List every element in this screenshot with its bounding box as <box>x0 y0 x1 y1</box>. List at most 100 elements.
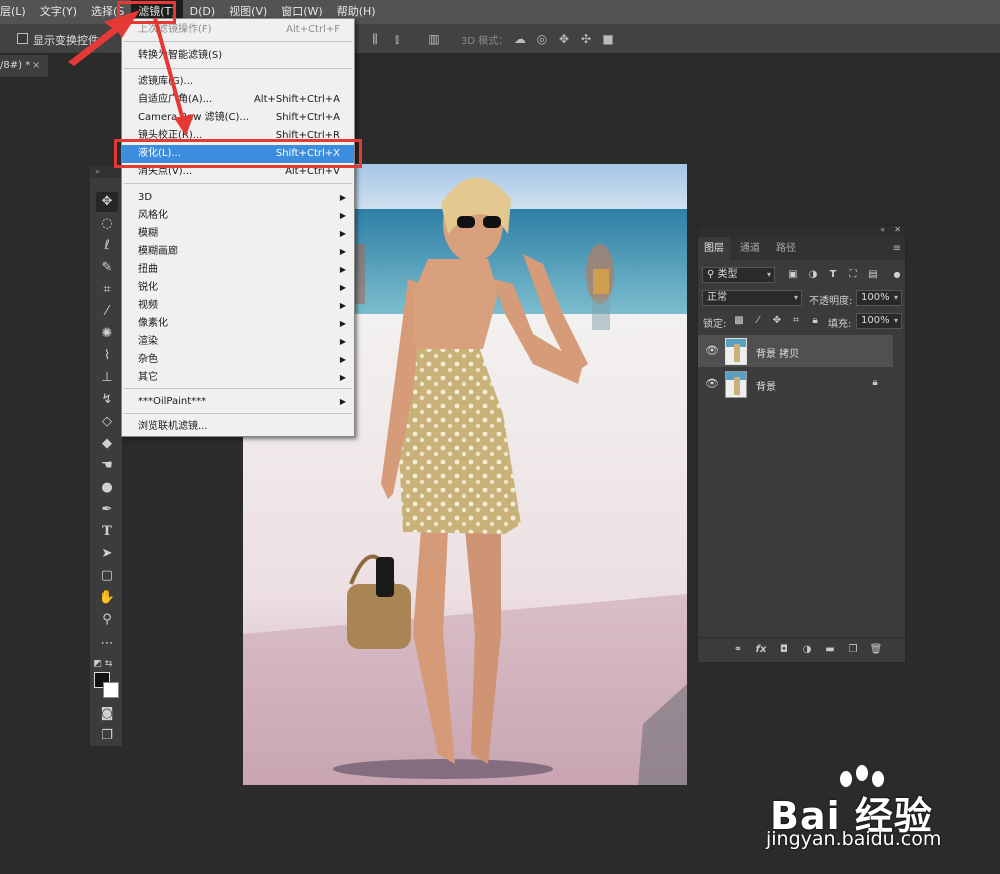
menu-item-label: ***OilPaint*** <box>138 396 207 407</box>
paint-bucket-tool-icon[interactable]: ◆ <box>96 434 118 454</box>
shape-tool-icon[interactable]: ▢ <box>96 566 118 586</box>
close-icon[interactable]: × <box>32 55 40 77</box>
close-icon[interactable]: ✕ <box>894 225 901 234</box>
distribute-icon[interactable]: ▥ <box>427 32 441 46</box>
new-layer-icon[interactable]: ❐ <box>846 643 860 657</box>
menu-layer[interactable]: 层(L) <box>0 0 33 24</box>
menu-item-adaptive-wide-angle[interactable]: 自适应广角(A)... Alt+Shift+Ctrl+A <box>122 91 354 109</box>
menu-item-noise[interactable]: 杂色 ▶ <box>122 351 354 369</box>
type-tool-icon[interactable]: T <box>96 522 118 542</box>
healing-brush-tool-icon[interactable]: ✺ <box>96 324 118 344</box>
lock-artboard-icon[interactable]: ⌗ <box>789 314 803 328</box>
eyedropper-tool-icon[interactable]: ⁄ <box>96 302 118 322</box>
collapse-icon[interactable]: « <box>880 225 885 234</box>
fill-input[interactable]: 100% ▾ <box>856 313 902 329</box>
tab-layers[interactable]: 图层 <box>698 237 730 260</box>
screen-mode-icon[interactable]: ❐ <box>96 726 118 746</box>
filter-pixel-icon[interactable]: ▣ <box>786 268 800 282</box>
quick-mask-icon[interactable]: ◙ <box>96 704 118 724</box>
menu-item-browse-online[interactable]: 浏览联机滤镜... <box>122 418 354 436</box>
blend-mode-dropdown[interactable]: 正常 ▾ <box>702 290 802 306</box>
3d-pan-icon[interactable]: ✥ <box>557 32 571 46</box>
eye-icon[interactable]: 👁︎ <box>705 344 719 358</box>
menu-item-blur[interactable]: 模糊 ▶ <box>122 225 354 243</box>
menu-item-video[interactable]: 视频 ▶ <box>122 297 354 315</box>
menu-item-label: 其它 <box>138 372 158 383</box>
fx-icon[interactable]: fx <box>754 643 768 657</box>
menu-item-filter-gallery[interactable]: 滤镜库(G)... <box>122 73 354 91</box>
submenu-arrow-icon: ▶ <box>339 301 346 310</box>
hand-tool-icon[interactable]: ✋ <box>96 588 118 608</box>
chevron-down-icon: ▾ <box>793 293 798 302</box>
eraser-tool-icon[interactable]: ◇ <box>96 412 118 432</box>
layer-row-background-copy[interactable]: 👁︎ 背景 拷贝 <box>698 335 893 367</box>
dodge-tool-icon[interactable]: ● <box>96 478 118 498</box>
filter-shape-icon[interactable]: ⛶ <box>846 268 860 282</box>
layer-filter-dropdown[interactable]: ⚲ 类型 ▾ <box>702 267 775 283</box>
filter-smart-object-icon[interactable]: ▤ <box>866 268 880 282</box>
panel-menu-icon[interactable]: ≡ <box>893 237 901 260</box>
filter-adjustment-icon[interactable]: ◑ <box>806 268 820 282</box>
tab-paths[interactable]: 路径 <box>770 237 802 260</box>
menu-item-distort[interactable]: 扭曲 ▶ <box>122 261 354 279</box>
menu-item-camera-raw[interactable]: Camera Raw 滤镜(C)... Shift+Ctrl+A <box>122 109 354 127</box>
document-tab[interactable]: /8#) * <box>0 55 48 77</box>
menu-item-sharpen[interactable]: 锐化 ▶ <box>122 279 354 297</box>
submenu-arrow-icon: ▶ <box>339 193 346 202</box>
opacity-input[interactable]: 100% ▾ <box>856 290 902 306</box>
smudge-tool-icon[interactable]: ☚ <box>96 456 118 476</box>
menu-item-stylize[interactable]: 风格化 ▶ <box>122 207 354 225</box>
group-folder-icon[interactable]: ▬ <box>823 643 837 657</box>
more-tools-icon[interactable]: ⋯ <box>96 634 118 654</box>
marquee-tool-icon[interactable]: ◌ <box>96 214 118 234</box>
menu-item-oilpaint[interactable]: ***OilPaint*** ▶ <box>122 393 354 411</box>
menu-item-shortcut: Shift+Ctrl+A <box>275 112 340 123</box>
history-brush-tool-icon[interactable]: ↯ <box>96 390 118 410</box>
layer-name: 背景 拷贝 <box>756 349 800 360</box>
3d-roll-icon[interactable]: ◎ <box>535 32 549 46</box>
crop-tool-icon[interactable]: ⌗ <box>96 280 118 300</box>
move-tool-icon[interactable]: ✥ <box>96 192 118 212</box>
3d-orbit-icon[interactable]: ☁ <box>513 32 527 46</box>
3d-camera-icon[interactable]: ■ <box>601 32 615 46</box>
lock-pixels-icon[interactable]: ▩ <box>732 314 746 328</box>
zoom-tool-icon[interactable]: ⚲ <box>96 610 118 630</box>
quick-select-tool-icon[interactable]: ✎ <box>96 258 118 278</box>
menu-item-blur-gallery[interactable]: 模糊画廊 ▶ <box>122 243 354 261</box>
baidu-watermark: Bai 经验 jingyan.baidu.com <box>762 765 982 855</box>
show-transform-checkbox[interactable] <box>17 33 28 44</box>
link-layers-icon[interactable]: ⚭ <box>731 643 745 657</box>
brush-tool-icon[interactable]: ⌇ <box>96 346 118 366</box>
menu-item-3d[interactable]: 3D ▶ <box>122 189 354 207</box>
align-center-icon[interactable]: ⫾ <box>390 32 404 46</box>
menu-item-pixelate[interactable]: 像素化 ▶ <box>122 315 354 333</box>
adjustment-layer-icon[interactable]: ◑ <box>800 643 814 657</box>
filter-type-icon[interactable]: T <box>826 268 840 282</box>
path-select-tool-icon[interactable]: ➤ <box>96 544 118 564</box>
tab-channels[interactable]: 通道 <box>734 237 766 260</box>
menu-item-render[interactable]: 渲染 ▶ <box>122 333 354 351</box>
lasso-tool-icon[interactable]: ℓ <box>96 236 118 256</box>
background-color-swatch[interactable] <box>103 682 119 698</box>
layer-filter-row: ⚲ 类型 ▾ ▣ ◑ T ⛶ ▤ ● <box>698 265 905 287</box>
lock-position-icon[interactable]: ✥ <box>770 314 784 328</box>
lock-icon[interactable]: 🔒︎ <box>869 377 881 389</box>
fill-value: 100% <box>861 315 890 326</box>
menu-type[interactable]: 文字(Y) <box>33 0 84 24</box>
default-colors-icon[interactable]: ◩ ⇆ <box>92 654 114 674</box>
lock-all-icon[interactable]: 🔒︎ <box>808 314 822 328</box>
layer-row-background[interactable]: 👁︎ 背景 🔒︎ <box>698 368 893 400</box>
menu-item-other[interactable]: 其它 ▶ <box>122 369 354 387</box>
trash-icon[interactable]: 🗑︎ <box>869 643 883 657</box>
eye-icon[interactable]: 👁︎ <box>705 377 719 391</box>
clone-stamp-tool-icon[interactable]: ⊥ <box>96 368 118 388</box>
add-mask-icon[interactable]: ◘ <box>777 643 791 657</box>
tools-panel: » ✥ ◌ ℓ ✎ ⌗ ⁄ ✺ ⌇ ⊥ ↯ ◇ ◆ ☚ ● ✒ T ➤ ▢ ✋ … <box>89 165 123 747</box>
menu-item-label: Camera Raw 滤镜(C)... <box>138 112 249 123</box>
lock-paint-icon[interactable]: ⁄ <box>751 314 765 328</box>
filter-toggle-icon[interactable]: ● <box>890 268 904 282</box>
menu-item-convert-smart-filter[interactable]: 转换为智能滤镜(S) <box>122 47 354 65</box>
align-bottom-icon[interactable]: ⫼ <box>368 32 382 46</box>
pen-tool-icon[interactable]: ✒ <box>96 500 118 520</box>
3d-slide-icon[interactable]: ✣ <box>579 32 593 46</box>
